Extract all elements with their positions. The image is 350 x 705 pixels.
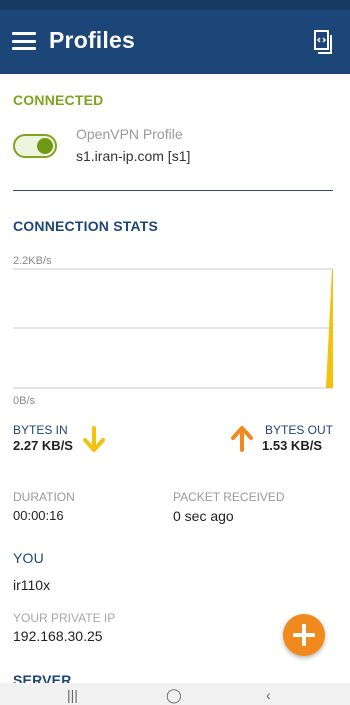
add-profile-button[interactable] [283, 614, 325, 656]
chart-bottom-label: 0B/s [13, 395, 36, 406]
bytes-out-value: 1.53 KB/S [262, 438, 322, 453]
duration-value: 00:00:16 [13, 508, 64, 523]
toggle-knob [37, 138, 53, 154]
chart-top-label: 2.2KB/s [13, 255, 52, 267]
you-heading: YOU [13, 550, 44, 566]
status-bar [0, 0, 350, 10]
bytes-out-label: BYTES OUT [264, 423, 333, 437]
home-icon[interactable]: ◯ [166, 687, 182, 704]
username: ir110x [13, 577, 51, 593]
divider [13, 190, 333, 191]
back-icon[interactable]: ‹ [266, 687, 271, 703]
app-bar: Profiles [0, 10, 350, 74]
import-profile-icon[interactable] [312, 29, 334, 55]
connection-status: CONNECTED [13, 92, 104, 108]
arrow-down-icon [83, 426, 105, 452]
connection-stats-heading: CONNECTION STATS [13, 218, 159, 234]
profile-name[interactable]: OpenVPN Profile [76, 126, 183, 142]
bandwidth-chart: 2.2KB/s 0B/s [13, 255, 333, 406]
connection-toggle[interactable] [13, 134, 57, 158]
private-ip-label: YOUR PRIVATE IP [13, 611, 116, 625]
bytes-in-label: BYTES IN [13, 423, 68, 437]
recents-icon[interactable]: ||| [67, 687, 78, 703]
arrow-up-icon [231, 426, 253, 452]
duration-label: DURATION [13, 490, 75, 504]
system-nav-bar: ||| ◯ ‹ [0, 683, 350, 705]
bytes-in-value: 2.27 KB/S [13, 438, 73, 453]
plus-icon-vertical [302, 624, 306, 646]
menu-icon[interactable] [12, 32, 36, 50]
packet-received-label: PACKET RECEIVED [173, 490, 285, 504]
page-title: Profiles [49, 27, 135, 53]
profile-server[interactable]: s1.iran-ip.com [s1] [76, 148, 190, 164]
private-ip-value: 192.168.30.25 [13, 628, 103, 644]
packet-received-value: 0 sec ago [173, 508, 234, 524]
